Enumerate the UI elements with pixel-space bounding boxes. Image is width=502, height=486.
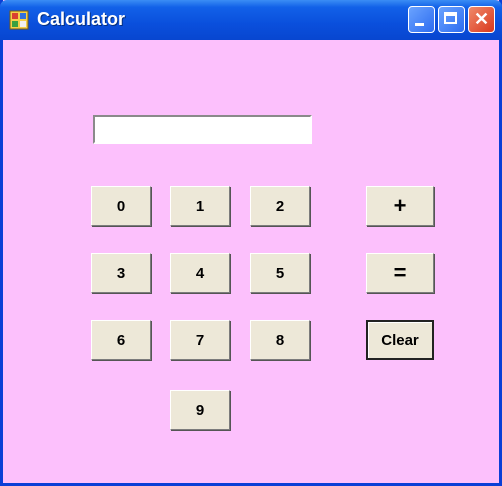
digit-3-button[interactable]: 3 bbox=[91, 253, 151, 293]
calculator-window: Calculator ✕ 0 1 2 3 4 5 6 7 8 9 + = Cle… bbox=[0, 0, 502, 486]
digit-4-button[interactable]: 4 bbox=[170, 253, 230, 293]
title-bar[interactable]: Calculator ✕ bbox=[0, 0, 502, 40]
close-icon: ✕ bbox=[473, 9, 490, 29]
display-field[interactable] bbox=[93, 115, 312, 144]
digit-2-button[interactable]: 2 bbox=[250, 186, 310, 226]
digit-1-button[interactable]: 1 bbox=[170, 186, 230, 226]
maximize-button[interactable] bbox=[438, 6, 465, 33]
digit-5-button[interactable]: 5 bbox=[250, 253, 310, 293]
digit-8-button[interactable]: 8 bbox=[250, 320, 310, 360]
app-icon bbox=[9, 10, 29, 30]
close-button[interactable]: ✕ bbox=[468, 6, 495, 33]
digit-9-button[interactable]: 9 bbox=[170, 390, 230, 430]
digit-6-button[interactable]: 6 bbox=[91, 320, 151, 360]
minimize-button[interactable] bbox=[408, 6, 435, 33]
plus-button[interactable]: + bbox=[366, 186, 434, 226]
digit-0-button[interactable]: 0 bbox=[91, 186, 151, 226]
clear-button[interactable]: Clear bbox=[366, 320, 434, 360]
window-title: Calculator bbox=[37, 9, 126, 29]
equals-button[interactable]: = bbox=[366, 253, 434, 293]
digit-7-button[interactable]: 7 bbox=[170, 320, 230, 360]
